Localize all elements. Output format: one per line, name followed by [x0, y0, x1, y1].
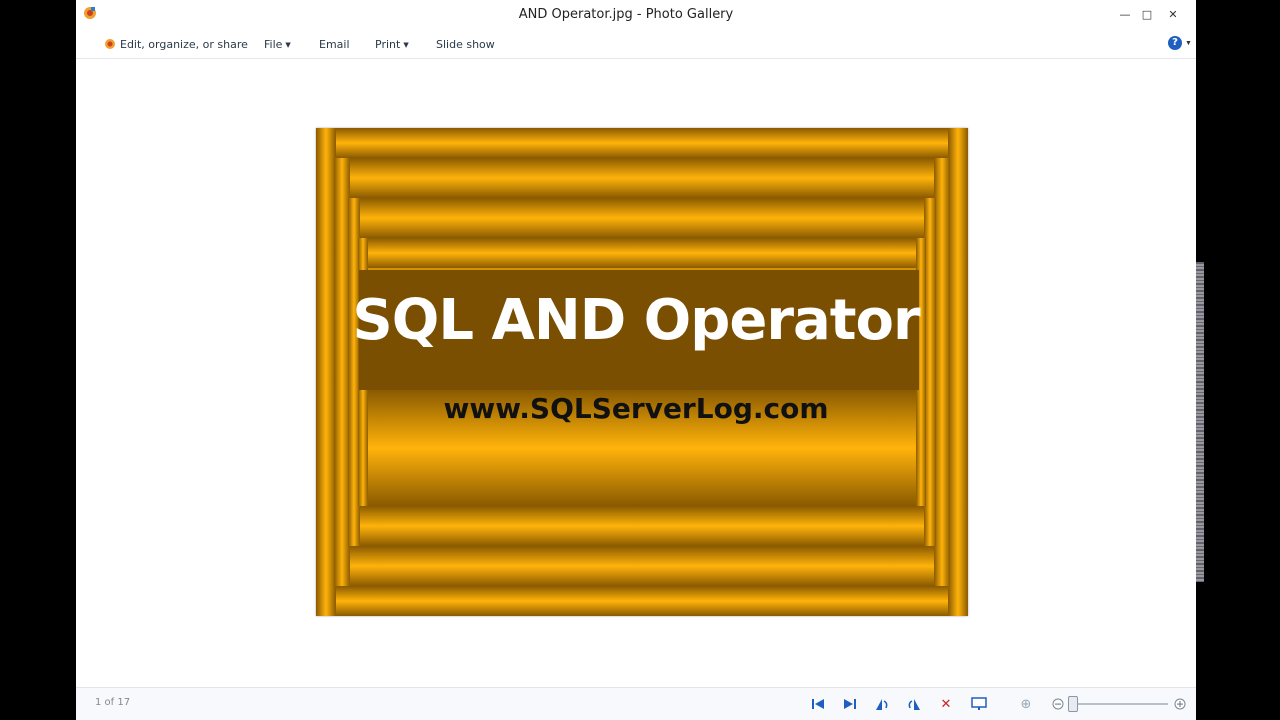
next-button[interactable]: [840, 694, 860, 714]
delete-button[interactable]: ✕: [936, 694, 956, 714]
command-bar: Edit, organize, or share File ▼ Email Pri…: [76, 30, 1196, 59]
actual-size-button[interactable]: ⊕: [1016, 694, 1036, 714]
previous-icon: [812, 699, 824, 709]
help-icon: ?: [1168, 36, 1182, 50]
rotate-left-icon: [876, 699, 888, 710]
displayed-photo: SQL AND Operator www.SQLServerLog.com: [316, 128, 968, 616]
edit-organize-share-label: Edit, organize, or share: [120, 38, 248, 51]
email-button[interactable]: Email: [319, 38, 350, 51]
zoom-slider-track[interactable]: [1072, 703, 1168, 705]
print-menu-button[interactable]: Print ▼: [375, 38, 409, 51]
rotate-counterclockwise-button[interactable]: [872, 694, 892, 714]
rotate-clockwise-button[interactable]: [904, 694, 924, 714]
actual-size-icon: ⊕: [1020, 696, 1032, 712]
zoom-in-icon: [1174, 698, 1186, 710]
zoom-out-button[interactable]: [1048, 694, 1068, 714]
photo-gallery-window: AND Operator.jpg - Photo Gallery — □ ✕ E…: [76, 0, 1196, 720]
next-icon: [844, 699, 856, 709]
photo-gallery-icon: [104, 38, 116, 50]
close-button[interactable]: ✕: [1156, 4, 1190, 24]
print-menu-label: Print: [375, 38, 401, 51]
chevron-down-icon: ▼: [403, 41, 409, 49]
zoom-out-icon: [1052, 698, 1064, 710]
rotate-right-icon: [908, 699, 920, 710]
email-label: Email: [319, 38, 350, 51]
slide-show-label: Slide show: [436, 38, 495, 51]
play-slide-show-button[interactable]: [969, 694, 989, 714]
navigation-bar: 1 of 17 ✕ ⊕: [76, 687, 1196, 720]
window-title: AND Operator.jpg - Photo Gallery: [518, 7, 734, 22]
minimize-icon: —: [1119, 7, 1131, 21]
previous-button[interactable]: [808, 694, 828, 714]
maximize-icon: □: [1141, 7, 1153, 21]
photo-title-text: SQL AND Operator: [352, 288, 920, 353]
help-button[interactable]: ? ▼: [1168, 36, 1192, 50]
screen-edge-artifact: [1196, 262, 1204, 582]
chevron-down-icon: ▼: [285, 41, 291, 49]
file-menu-label: File: [264, 38, 283, 51]
title-bar: AND Operator.jpg - Photo Gallery — □ ✕: [76, 0, 1196, 30]
delete-icon: ✕: [940, 696, 952, 712]
close-icon: ✕: [1168, 7, 1178, 21]
photo-counter: 1 of 17: [95, 697, 131, 708]
image-viewer: SQL AND Operator www.SQLServerLog.com: [76, 59, 1196, 687]
file-menu-button[interactable]: File ▼: [264, 38, 291, 51]
slideshow-icon: [971, 697, 987, 710]
slide-show-button[interactable]: Slide show: [436, 38, 495, 51]
zoom-in-button[interactable]: [1170, 694, 1190, 714]
edit-organize-share-button[interactable]: Edit, organize, or share: [104, 38, 248, 51]
zoom-slider-thumb[interactable]: [1068, 696, 1078, 712]
chevron-down-icon: ▼: [1185, 39, 1192, 47]
photo-url-text: www.SQLServerLog.com: [443, 392, 829, 425]
